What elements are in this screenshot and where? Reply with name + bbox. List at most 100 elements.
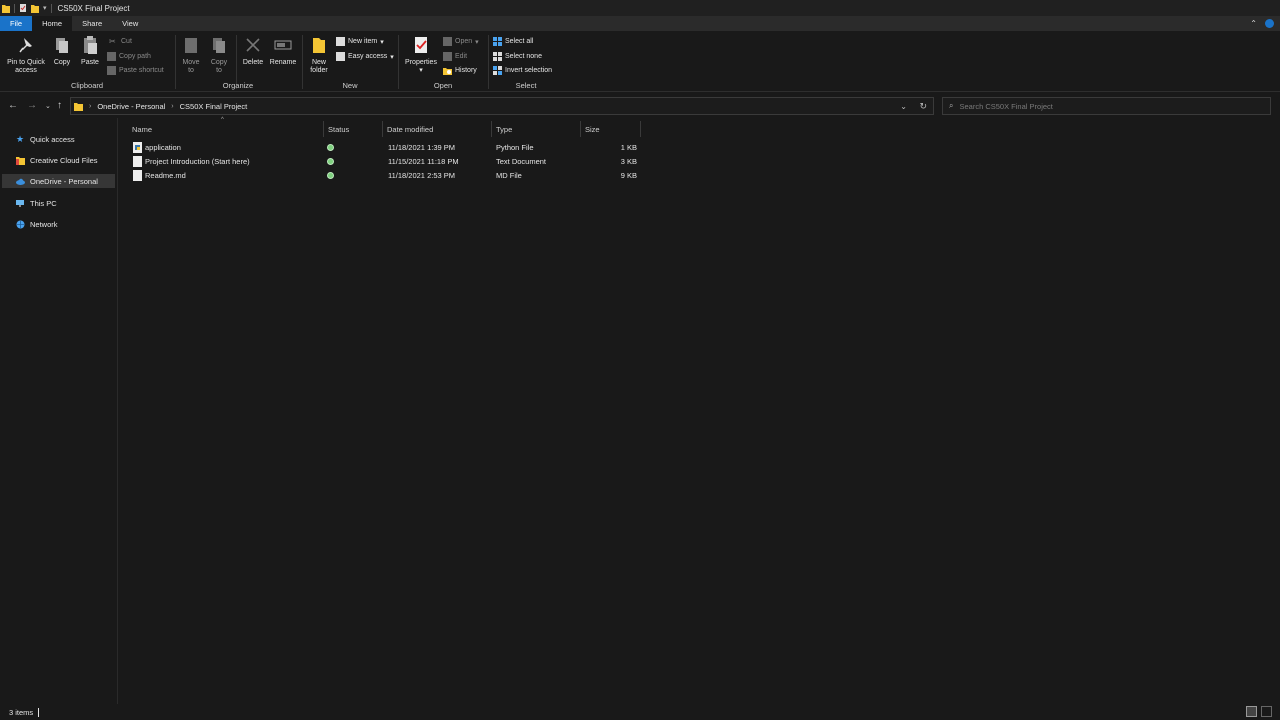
- file-row-project-introduction[interactable]: Project Introduction (Start here) 11/15/…: [119, 155, 639, 169]
- pin-to-quick-access-button[interactable]: Pin to Quick access: [4, 35, 48, 75]
- breadcrumb-chevron-icon[interactable]: ›: [89, 103, 91, 110]
- new-folder-icon[interactable]: [31, 3, 39, 13]
- paste-shortcut-label: Paste shortcut: [119, 67, 164, 74]
- rename-label: Rename: [269, 59, 297, 66]
- pin-label-line2: access: [15, 67, 37, 74]
- easy-access-button[interactable]: Easy access ▾: [336, 52, 394, 61]
- move-to-button[interactable]: Move to: [179, 35, 203, 75]
- properties-icon[interactable]: [19, 3, 27, 13]
- quick-access-toolbar: ▾: [0, 3, 52, 13]
- properties-dropdown-icon: ▾: [419, 67, 423, 74]
- file-name: Readme.md: [145, 171, 186, 180]
- new-group: New folder New item ▾ Easy access ▾ New: [303, 31, 397, 92]
- nav-item-onedrive[interactable]: OneDrive - Personal: [2, 174, 115, 188]
- file-row-application[interactable]: application 11/18/2021 1:39 PM Python Fi…: [119, 141, 639, 155]
- file-name: application: [145, 143, 181, 152]
- qat-dropdown-icon[interactable]: ▾: [43, 4, 47, 12]
- help-icon[interactable]: [1265, 19, 1274, 28]
- address-row: ← → ⌄ ↑ › OneDrive - Personal › CS50X Fi…: [0, 94, 1280, 116]
- new-folder-icon: [313, 38, 325, 53]
- column-header-name[interactable]: Name: [126, 123, 323, 135]
- column-header-type[interactable]: Type: [490, 123, 580, 135]
- file-row-readme[interactable]: Readme.md 11/18/2021 2:53 PM MD File 9 K…: [119, 169, 639, 183]
- python-file-icon: [133, 142, 142, 153]
- column-header-date-modified[interactable]: Date modified: [381, 123, 491, 135]
- paste-button[interactable]: Paste: [78, 35, 102, 67]
- tab-view[interactable]: View: [112, 16, 148, 31]
- paste-label: Paste: [81, 59, 99, 66]
- open-group-label: Open: [433, 81, 453, 90]
- ribbon: Pin to Quick access Copy Paste ✂ Cut Cop…: [0, 31, 1280, 92]
- nav-item-creative-cloud-files[interactable]: Creative Cloud Files: [2, 153, 115, 167]
- select-group-label: Select: [515, 81, 537, 90]
- tab-home[interactable]: Home: [32, 16, 73, 31]
- column-header-status[interactable]: Status: [322, 123, 381, 135]
- file-date: 11/15/2021 11:18 PM: [388, 157, 459, 166]
- tab-file[interactable]: File: [0, 16, 33, 31]
- synced-status-icon: [327, 144, 334, 151]
- new-folder-button[interactable]: New folder: [306, 35, 332, 75]
- copy-icon: [56, 38, 68, 53]
- properties-icon: [415, 37, 427, 53]
- breadcrumb-chevron-icon[interactable]: ›: [171, 103, 173, 110]
- select-none-icon: [493, 52, 502, 61]
- cut-button[interactable]: ✂ Cut: [109, 37, 132, 46]
- properties-button[interactable]: Properties ▾: [402, 35, 440, 75]
- text-file-icon: [133, 156, 142, 167]
- edit-button[interactable]: Edit: [443, 52, 467, 61]
- pin-icon: [19, 38, 32, 53]
- new-item-button[interactable]: New item ▾: [336, 37, 384, 46]
- back-arrow-icon[interactable]: ←: [8, 100, 18, 111]
- recent-locations-chevron-icon[interactable]: ⌄: [45, 102, 51, 110]
- delete-button[interactable]: Delete: [240, 35, 266, 67]
- tab-share[interactable]: Share: [72, 16, 112, 31]
- select-all-button[interactable]: Select all: [493, 37, 533, 46]
- nav-item-label: Creative Cloud Files: [30, 155, 98, 165]
- paste-shortcut-button[interactable]: Paste shortcut: [107, 66, 164, 75]
- invert-selection-button[interactable]: Invert selection: [493, 66, 552, 75]
- breadcrumb-onedrive[interactable]: OneDrive - Personal: [97, 102, 165, 111]
- history-label: History: [455, 67, 477, 74]
- rename-button[interactable]: Rename: [268, 35, 298, 67]
- status-separator: [38, 707, 40, 717]
- file-type: MD File: [496, 171, 522, 180]
- address-bar[interactable]: › OneDrive - Personal › CS50X Final Proj…: [70, 97, 934, 115]
- large-icons-view-button[interactable]: [1261, 706, 1272, 717]
- select-all-label: Select all: [505, 38, 534, 45]
- file-date: 11/18/2021 1:39 PM: [388, 143, 455, 152]
- copy-to-button[interactable]: Copy to: [207, 35, 231, 75]
- copy-button[interactable]: Copy: [50, 35, 74, 67]
- up-arrow-icon[interactable]: ↑: [57, 100, 62, 111]
- breadcrumb-current-folder[interactable]: CS50X Final Project: [180, 102, 248, 111]
- refresh-icon[interactable]: ↻: [919, 101, 927, 112]
- minimize-ribbon-icon[interactable]: ⌃: [1250, 19, 1257, 28]
- new-group-label: New: [342, 81, 358, 90]
- nav-item-this-pc[interactable]: This PC: [2, 196, 115, 210]
- column-divider[interactable]: [640, 121, 641, 137]
- edit-label: Edit: [455, 53, 468, 60]
- column-header-size[interactable]: Size: [579, 123, 639, 135]
- search-icon: ⌕: [949, 101, 954, 110]
- computer-icon: [16, 199, 24, 207]
- nav-item-network[interactable]: Network: [2, 217, 115, 231]
- copy-path-button[interactable]: Copy path: [107, 52, 151, 61]
- search-box[interactable]: ⌕: [942, 97, 1271, 115]
- copy-to-label-line1: Copy: [210, 59, 228, 66]
- select-none-button[interactable]: Select none: [493, 52, 542, 61]
- item-count: 3 items: [9, 707, 34, 717]
- forward-arrow-icon[interactable]: →: [27, 100, 37, 111]
- details-view-button[interactable]: [1246, 706, 1257, 717]
- address-dropdown-icon[interactable]: ⌄: [900, 102, 907, 111]
- history-button[interactable]: History: [443, 66, 477, 75]
- title-bar: ▾ CS50X Final Project: [0, 0, 1280, 16]
- copy-path-label: Copy path: [119, 53, 151, 60]
- view-toggle: [1246, 706, 1272, 717]
- copy-to-label-line2: to: [216, 67, 222, 74]
- clipboard-group-label: Clipboard: [70, 81, 104, 90]
- open-button[interactable]: Open ▾: [443, 37, 479, 46]
- nav-item-quick-access[interactable]: ★ Quick access: [2, 132, 115, 146]
- navigation-pane: ★ Quick access Creative Cloud Files OneD…: [0, 118, 118, 704]
- cut-label: Cut: [121, 38, 132, 45]
- search-input[interactable]: [959, 101, 1260, 111]
- new-folder-label-line2: folder: [310, 67, 328, 74]
